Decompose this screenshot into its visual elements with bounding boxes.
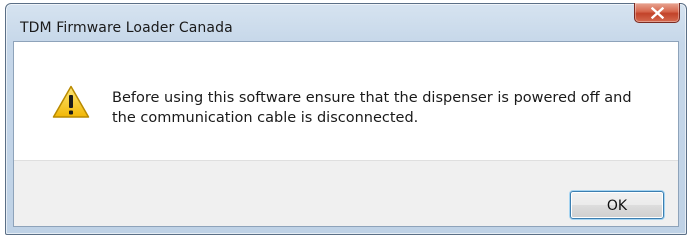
message-line-1: Before using this software ensure that t… [112, 90, 632, 106]
dialog-content: Before using this software ensure that t… [13, 41, 679, 227]
ok-button[interactable]: OK [570, 191, 664, 219]
message-area: Before using this software ensure that t… [14, 42, 678, 160]
message-text: Before using this software ensure that t… [112, 88, 662, 128]
close-icon [651, 7, 664, 19]
warning-icon [52, 85, 90, 118]
message-line-2: the communication cable is disconnected. [112, 110, 419, 126]
window-title: TDM Firmware Loader Canada [20, 20, 233, 36]
button-bar: OK [14, 160, 678, 226]
close-button[interactable] [634, 3, 680, 23]
dialog-window: TDM Firmware Loader Canada Before using … [5, 3, 687, 235]
